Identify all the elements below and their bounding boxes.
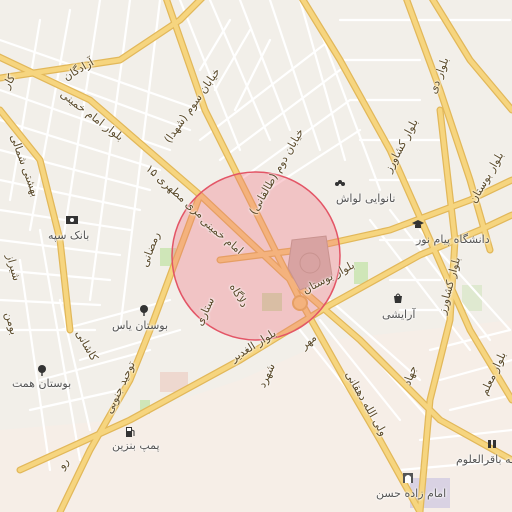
poi-shrine[interactable]: [402, 472, 414, 484]
university-icon: [412, 218, 424, 230]
poi-university[interactable]: [412, 218, 424, 230]
poi-school[interactable]: [486, 438, 498, 450]
fuel-station-icon: [124, 426, 136, 438]
cosmetics-shop-icon: [392, 292, 404, 304]
poi-label-shrine: امام زاده حسن: [376, 487, 447, 500]
poi-label-park-yas: بوستان یاس: [112, 319, 169, 332]
bank-icon: [66, 214, 78, 226]
poi-cosmetics[interactable]: [392, 292, 404, 304]
school-icon: [486, 438, 498, 450]
poi-fuel[interactable]: [124, 426, 136, 438]
poi-label-cosmetics: آرایشی: [382, 308, 416, 321]
shrine-icon: [402, 472, 414, 484]
poi-label-bank: بانک سپه: [48, 229, 90, 242]
bakery-icon: [334, 178, 346, 190]
poi-label-school: مدرسه باقرالعلوم: [456, 453, 512, 466]
poi-bakery[interactable]: [334, 178, 346, 190]
poi-bank[interactable]: [66, 214, 78, 226]
poi-park-hemmat[interactable]: [36, 364, 48, 376]
poi-label-bakery: نانوایی لواش: [336, 192, 396, 205]
park-icon: [36, 364, 48, 376]
park-icon: [138, 304, 150, 316]
poi-label-university: دانشگاه پیام نور: [416, 233, 490, 246]
poi-park-yas[interactable]: [138, 304, 150, 316]
poi-label-fuel: پمپ بنزین: [112, 439, 160, 452]
poi-label-park-hemmat: بوستان همت: [12, 377, 72, 390]
map-canvas[interactable]: آزادگان کار بلوار امام خمینی خیابان سوم …: [0, 0, 512, 512]
